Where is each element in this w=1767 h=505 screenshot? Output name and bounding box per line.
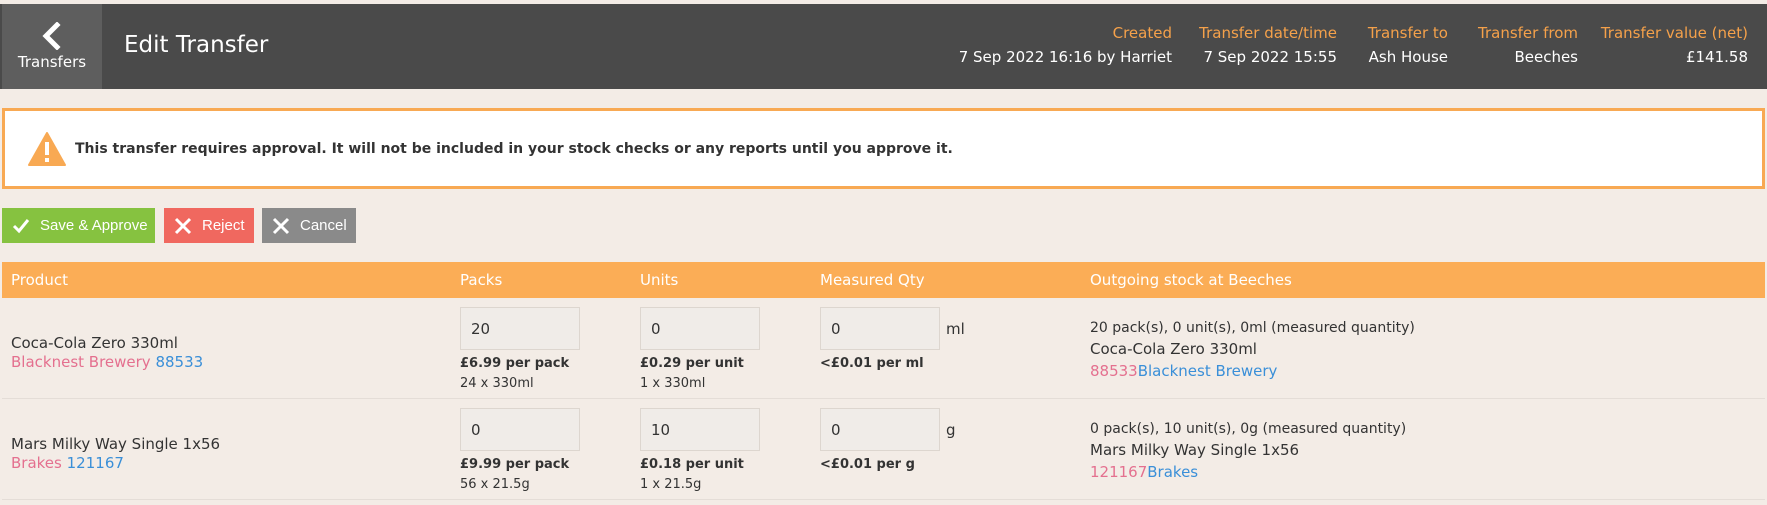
product-code-link[interactable]: 121167 [67, 454, 124, 472]
meta-transfer-to: Transfer to Ash House [1368, 24, 1448, 66]
outgoing-supplier-link[interactable]: Blacknest Brewery [1138, 362, 1278, 380]
units-input[interactable] [640, 408, 760, 451]
product-supplier-code: Brakes 121167 [11, 454, 124, 472]
meta-transfer-value: Transfer value (net) £141.58 [1601, 24, 1748, 66]
supplier-link[interactable]: Brakes [11, 454, 62, 472]
table-row: Mars Milky Way Single 1x56 Brakes 121167… [2, 399, 1765, 500]
column-header-measured-qty: Measured Qty [820, 271, 925, 289]
back-to-transfers-button[interactable]: Transfers [2, 4, 102, 89]
table-header: Product Packs Units Measured Qty Outgoin… [2, 262, 1765, 298]
packs-input[interactable] [460, 408, 580, 451]
product-name: Mars Milky Way Single 1x56 [11, 435, 221, 453]
meta-value: Ash House [1368, 48, 1448, 66]
column-header-product: Product [11, 271, 68, 289]
check-icon [12, 218, 30, 233]
outgoing-supplier-link[interactable]: Brakes [1147, 463, 1198, 481]
meta-label: Transfer value (net) [1600, 24, 1748, 42]
pack-price: £9.99 per pack [460, 457, 570, 472]
back-button-label: Transfers [17, 53, 87, 71]
measured-qty-input[interactable] [820, 408, 940, 451]
unit-size: 1 x 21.5g [640, 477, 702, 492]
meta-created: Created 7 Sep 2022 16:16 by Harriet [959, 24, 1172, 66]
measured-qty-input[interactable] [820, 307, 940, 350]
app-header: Transfers Edit Transfer Created 7 Sep 20… [0, 4, 1767, 89]
measured-price: <£0.01 per ml [820, 356, 924, 371]
pack-price: £6.99 per pack [460, 356, 570, 371]
product-supplier-code: Blacknest Brewery 88533 [11, 353, 203, 371]
packs-input[interactable] [460, 307, 580, 350]
outgoing-summary: 20 pack(s), 0 unit(s), 0ml (measured qua… [1090, 320, 1415, 336]
meta-value: Beeches [1514, 48, 1578, 66]
cancel-label: Cancel [300, 217, 347, 234]
outgoing-code-supplier: 88533Blacknest Brewery [1090, 362, 1277, 380]
pack-size: 24 x 330ml [460, 376, 534, 391]
measured-price: <£0.01 per g [820, 457, 915, 472]
measured-unit: ml [946, 320, 965, 338]
close-icon [174, 217, 192, 234]
column-header-units: Units [640, 271, 679, 289]
unit-price: £0.18 per unit [640, 457, 744, 472]
transfer-items-table: Product Packs Units Measured Qty Outgoin… [2, 262, 1765, 500]
unit-size: 1 x 330ml [640, 376, 706, 391]
outgoing-code-supplier: 121167Brakes [1090, 463, 1198, 481]
meta-transfer-from: Transfer from Beeches [1478, 24, 1578, 66]
reject-button[interactable]: Reject [164, 208, 254, 243]
pack-size: 56 x 21.5g [460, 477, 530, 492]
alert-message: This transfer requires approval. It will… [75, 141, 953, 157]
meta-label: Transfer to [1367, 24, 1448, 42]
meta-label: Transfer from [1478, 24, 1578, 42]
product-code-link[interactable]: 88533 [155, 353, 203, 371]
supplier-link[interactable]: Blacknest Brewery [11, 353, 151, 371]
cancel-button[interactable]: Cancel [262, 208, 356, 243]
chevron-left-icon [42, 22, 61, 50]
table-row: Coca-Cola Zero 330ml Blacknest Brewery 8… [2, 298, 1765, 399]
meta-label: Created [1112, 24, 1172, 42]
meta-value: £141.58 [1685, 48, 1748, 66]
meta-value: 7 Sep 2022 15:55 [1203, 48, 1337, 66]
close-icon [272, 217, 290, 234]
meta-value: 7 Sep 2022 16:16 by Harriet [958, 48, 1172, 66]
unit-price: £0.29 per unit [640, 356, 744, 371]
outgoing-code-link[interactable]: 88533 [1090, 362, 1138, 380]
outgoing-product-name: Mars Milky Way Single 1x56 [1090, 441, 1300, 459]
meta-label: Transfer date/time [1199, 24, 1337, 42]
column-header-outgoing-stock: Outgoing stock at Beeches [1090, 271, 1292, 289]
page-title: Edit Transfer [124, 32, 269, 58]
meta-transfer-datetime: Transfer date/time 7 Sep 2022 15:55 [1199, 24, 1337, 66]
units-input[interactable] [640, 307, 760, 350]
measured-unit: g [946, 421, 956, 439]
outgoing-product-name: Coca-Cola Zero 330ml [1090, 340, 1257, 358]
approval-alert: This transfer requires approval. It will… [2, 108, 1765, 189]
product-name: Coca-Cola Zero 330ml [11, 334, 178, 352]
column-header-packs: Packs [460, 271, 503, 289]
save-approve-button[interactable]: Save & Approve [2, 208, 155, 243]
warning-triangle-icon [28, 132, 66, 166]
outgoing-summary: 0 pack(s), 10 unit(s), 0g (measured quan… [1090, 421, 1407, 437]
outgoing-code-link[interactable]: 121167 [1090, 463, 1147, 481]
save-approve-label: Save & Approve [40, 217, 148, 234]
reject-label: Reject [202, 217, 245, 234]
